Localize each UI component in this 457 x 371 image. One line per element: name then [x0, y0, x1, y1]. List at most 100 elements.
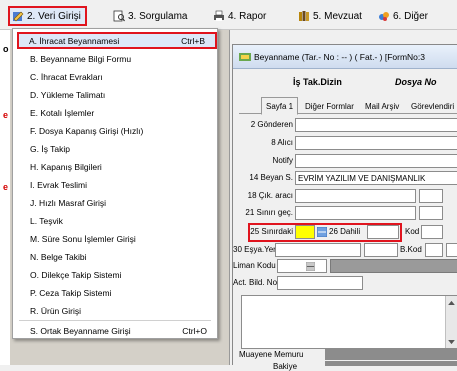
sinirdaki-spin-icon[interactable] [317, 227, 327, 237]
menu-item-sure-sonu[interactable]: M. Süre Sonu İşlemler Girişi [13, 230, 217, 247]
sinir-gecis-kod-input[interactable] [419, 206, 443, 220]
label-sinir-gec: 21 Sınırı geç. [245, 208, 293, 217]
menu-item-label: F. Dosya Kapanış Girişi (Hızlı) [30, 125, 144, 136]
menu-item-label: G. İş Takip [30, 143, 70, 154]
tab-diger-formlar[interactable]: Diğer Formlar [301, 99, 358, 114]
tab-mail-arsiv[interactable]: Mail Arşiv [361, 99, 403, 114]
cikis-araci-input[interactable] [295, 189, 416, 203]
form-title: Beyanname (Tar.- No : -- ) ( Fat.- ) [Fo… [254, 51, 425, 62]
menu-item-dosya-kapanis[interactable]: F. Dosya Kapanış Girişi (Hızlı) [13, 122, 217, 139]
label-bakiye: Bakiye [273, 362, 298, 371]
veri-girisi-dropdown: A. İhracat Beyannamesi Ctrl+B B. Beyanna… [12, 28, 218, 339]
scroll-down-icon[interactable] [446, 336, 457, 348]
label-dahili: 26 Dahili [329, 227, 361, 236]
menu-item-shortcut: Ctrl+O [182, 325, 207, 336]
label-liman-kodu: Liman Kodu [233, 261, 276, 270]
esya-yeri-input[interactable] [275, 243, 361, 257]
sinirdaki-input[interactable] [295, 225, 315, 239]
menu-item-label: I. Evrak Teslimi [30, 179, 87, 190]
bkod-input[interactable] [425, 243, 443, 257]
muayene-memuru-display [325, 348, 457, 360]
menu-item-label: A. İhracat Beyannamesi [29, 35, 120, 46]
menu-separator [19, 320, 211, 321]
menu-item-kotali-islemler[interactable]: E. Kotalı İşlemler [13, 104, 217, 121]
left-strip: o e e [0, 30, 10, 365]
menu-item-dilekce-takip[interactable]: O. Dilekçe Takip Sistemi [13, 266, 217, 283]
sinir-gecis-input[interactable] [295, 206, 416, 220]
strip-letter: e [3, 110, 9, 120]
menu-item-ortak-beyanname[interactable]: S. Ortak Beyanname Girişi Ctrl+O [13, 322, 217, 339]
menu-item-ceza-takip[interactable]: P. Ceza Takip Sistemi [13, 284, 217, 301]
menu-item-label: J. Hızlı Masraf Girişi [30, 197, 107, 208]
menu-item-label: D. Yükleme Talimatı [30, 89, 106, 100]
menu-item-urun-girisi[interactable]: R. Ürün Girişi [13, 302, 217, 319]
menu-item-is-takip[interactable]: G. İş Takip [13, 140, 217, 157]
menu-diger[interactable]: 6. Diğer [378, 7, 428, 25]
header-dosya-no: Dosya No [395, 77, 437, 87]
label-cik-arac: 18 Çık. aracı [247, 191, 293, 200]
label-sinirdaki: 25 Sınırdaki [250, 227, 293, 236]
menu-item-shortcut: Ctrl+B [181, 35, 205, 46]
label-notify: Notify [272, 156, 293, 165]
menu-item-tesvik[interactable]: L. Teşvik [13, 212, 217, 229]
menu-label: 4. Rapor [228, 10, 267, 22]
esya-yeri-ek-input[interactable] [364, 243, 398, 257]
tab-gorevlendirme[interactable]: Görevlendiri [407, 99, 457, 114]
notes-scrollbar[interactable] [445, 296, 457, 348]
menu-item-label: B. Beyanname Bilgi Formu [30, 53, 132, 64]
menu-label: 3. Sorgulama [128, 10, 188, 22]
kod-input[interactable] [421, 225, 443, 239]
menu-bar: 2. Veri Girişi 3. Sorgulama 4. Rapor 5. … [0, 0, 457, 30]
label-esya-yeri: 30 Eşya.Yeri [233, 245, 278, 254]
menu-item-beyanname-bilgi-formu[interactable]: B. Beyanname Bilgi Formu [13, 50, 217, 67]
scroll-up-icon[interactable] [446, 296, 457, 308]
menu-label: 2. Veri Girişi [27, 10, 81, 22]
menu-item-label: L. Teşvik [30, 215, 63, 226]
liman-spin-icon[interactable] [306, 261, 315, 271]
menu-item-label: M. Süre Sonu İşlemler Girişi [30, 233, 136, 244]
menu-mevzuat[interactable]: 5. Mevzuat [298, 7, 362, 25]
menu-item-yukleme-talimati[interactable]: D. Yükleme Talimatı [13, 86, 217, 103]
menu-item-belge-takibi[interactable]: N. Belge Takibi [13, 248, 217, 265]
header-is-takip[interactable]: İş Tak.Dizin [293, 72, 342, 92]
liman-adi-display [330, 259, 457, 273]
menu-sorgulama[interactable]: 3. Sorgulama [113, 7, 187, 25]
dahili-input[interactable] [367, 225, 399, 239]
cikis-araci-kod-input[interactable] [419, 189, 443, 203]
bkod-ek-input[interactable] [446, 243, 457, 257]
other-icon [379, 12, 389, 21]
menu-item-label: P. Ceza Takip Sistemi [30, 287, 112, 298]
menu-item-evrak-teslimi[interactable]: I. Evrak Teslimi [13, 176, 217, 193]
strip-letter: o [3, 44, 9, 54]
menu-item-label: C. İhracat Evrakları [30, 71, 103, 82]
menu-item-ihracat-evraklari[interactable]: C. İhracat Evrakları [13, 68, 217, 85]
form-title-bar: Beyanname (Tar.- No : -- ) ( Fat.- ) [Fo… [233, 45, 457, 69]
menu-item-hizli-masraf[interactable]: J. Hızlı Masraf Girişi [13, 194, 217, 211]
menu-item-label: R. Ürün Girişi [30, 305, 82, 316]
notify-input[interactable] [295, 154, 457, 168]
menu-rapor[interactable]: 4. Rapor [213, 7, 266, 25]
alici-input[interactable] [295, 136, 457, 150]
data-entry-icon [13, 11, 24, 22]
bakiye-display [325, 361, 457, 366]
menu-label: 6. Diğer [393, 10, 429, 22]
menu-item-label: N. Belge Takibi [30, 251, 87, 262]
label-muayene: Muayene Memuru [239, 350, 304, 359]
menu-veri-girisi[interactable]: 2. Veri Girişi [8, 6, 87, 26]
notes-textarea[interactable] [241, 295, 457, 349]
label-kod: Kod [405, 227, 420, 236]
menu-item-label: O. Dilekçe Takip Sistemi [30, 269, 122, 280]
gonderen-input[interactable] [295, 118, 457, 132]
form-tabs: Sayfa 1 Diğer Formlar Mail Arşiv Görevle… [239, 97, 457, 115]
menu-label: 5. Mevzuat [313, 10, 362, 22]
menu-item-ihracat-beyannamesi[interactable]: A. İhracat Beyannamesi Ctrl+B [17, 32, 217, 49]
liman-kodu-input[interactable] [277, 259, 327, 273]
menu-item-label: E. Kotalı İşlemler [30, 107, 95, 118]
label-act-bild: Act. Bild. No [233, 278, 278, 287]
beyan-sahibi-input[interactable]: EVRİM YAZILIM VE DANIŞMANLIK [295, 171, 457, 185]
act-bild-no-input[interactable] [277, 276, 363, 290]
tab-sayfa-1[interactable]: Sayfa 1 [261, 97, 299, 115]
menu-item-kapanis-bilgileri[interactable]: H. Kapanış Bilgileri [13, 158, 217, 175]
menu-item-label: S. Ortak Beyanname Girişi [30, 325, 131, 336]
label-beyan: 14 Beyan S. [249, 173, 293, 182]
